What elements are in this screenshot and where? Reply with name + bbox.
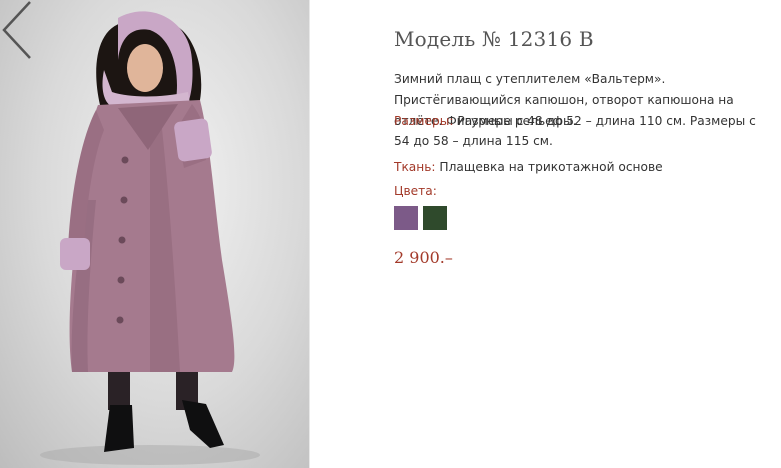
- product-fabric: Ткань: Плащевка на трикотажной основе: [394, 157, 772, 177]
- divider: [309, 0, 310, 468]
- color-swatches: [394, 206, 447, 230]
- colors-label: Цвета:: [394, 184, 437, 198]
- color-swatch-purple[interactable]: [394, 206, 418, 230]
- product-price: 2 900.–: [394, 248, 453, 267]
- product-title: Модель № 12316 В: [394, 27, 594, 51]
- product-sizes: Размеры: Размеры с 48 до 52 – длина 110 …: [394, 111, 772, 151]
- fabric-label: Ткань:: [394, 160, 436, 174]
- color-swatch-green[interactable]: [423, 206, 447, 230]
- sizes-label: Размеры:: [394, 114, 454, 128]
- chevron-left-icon[interactable]: [0, 0, 34, 60]
- coat-model-illustration: [40, 11, 260, 465]
- fabric-value: Плащевка на трикотажной основе: [439, 160, 663, 174]
- product-photo: [0, 0, 309, 468]
